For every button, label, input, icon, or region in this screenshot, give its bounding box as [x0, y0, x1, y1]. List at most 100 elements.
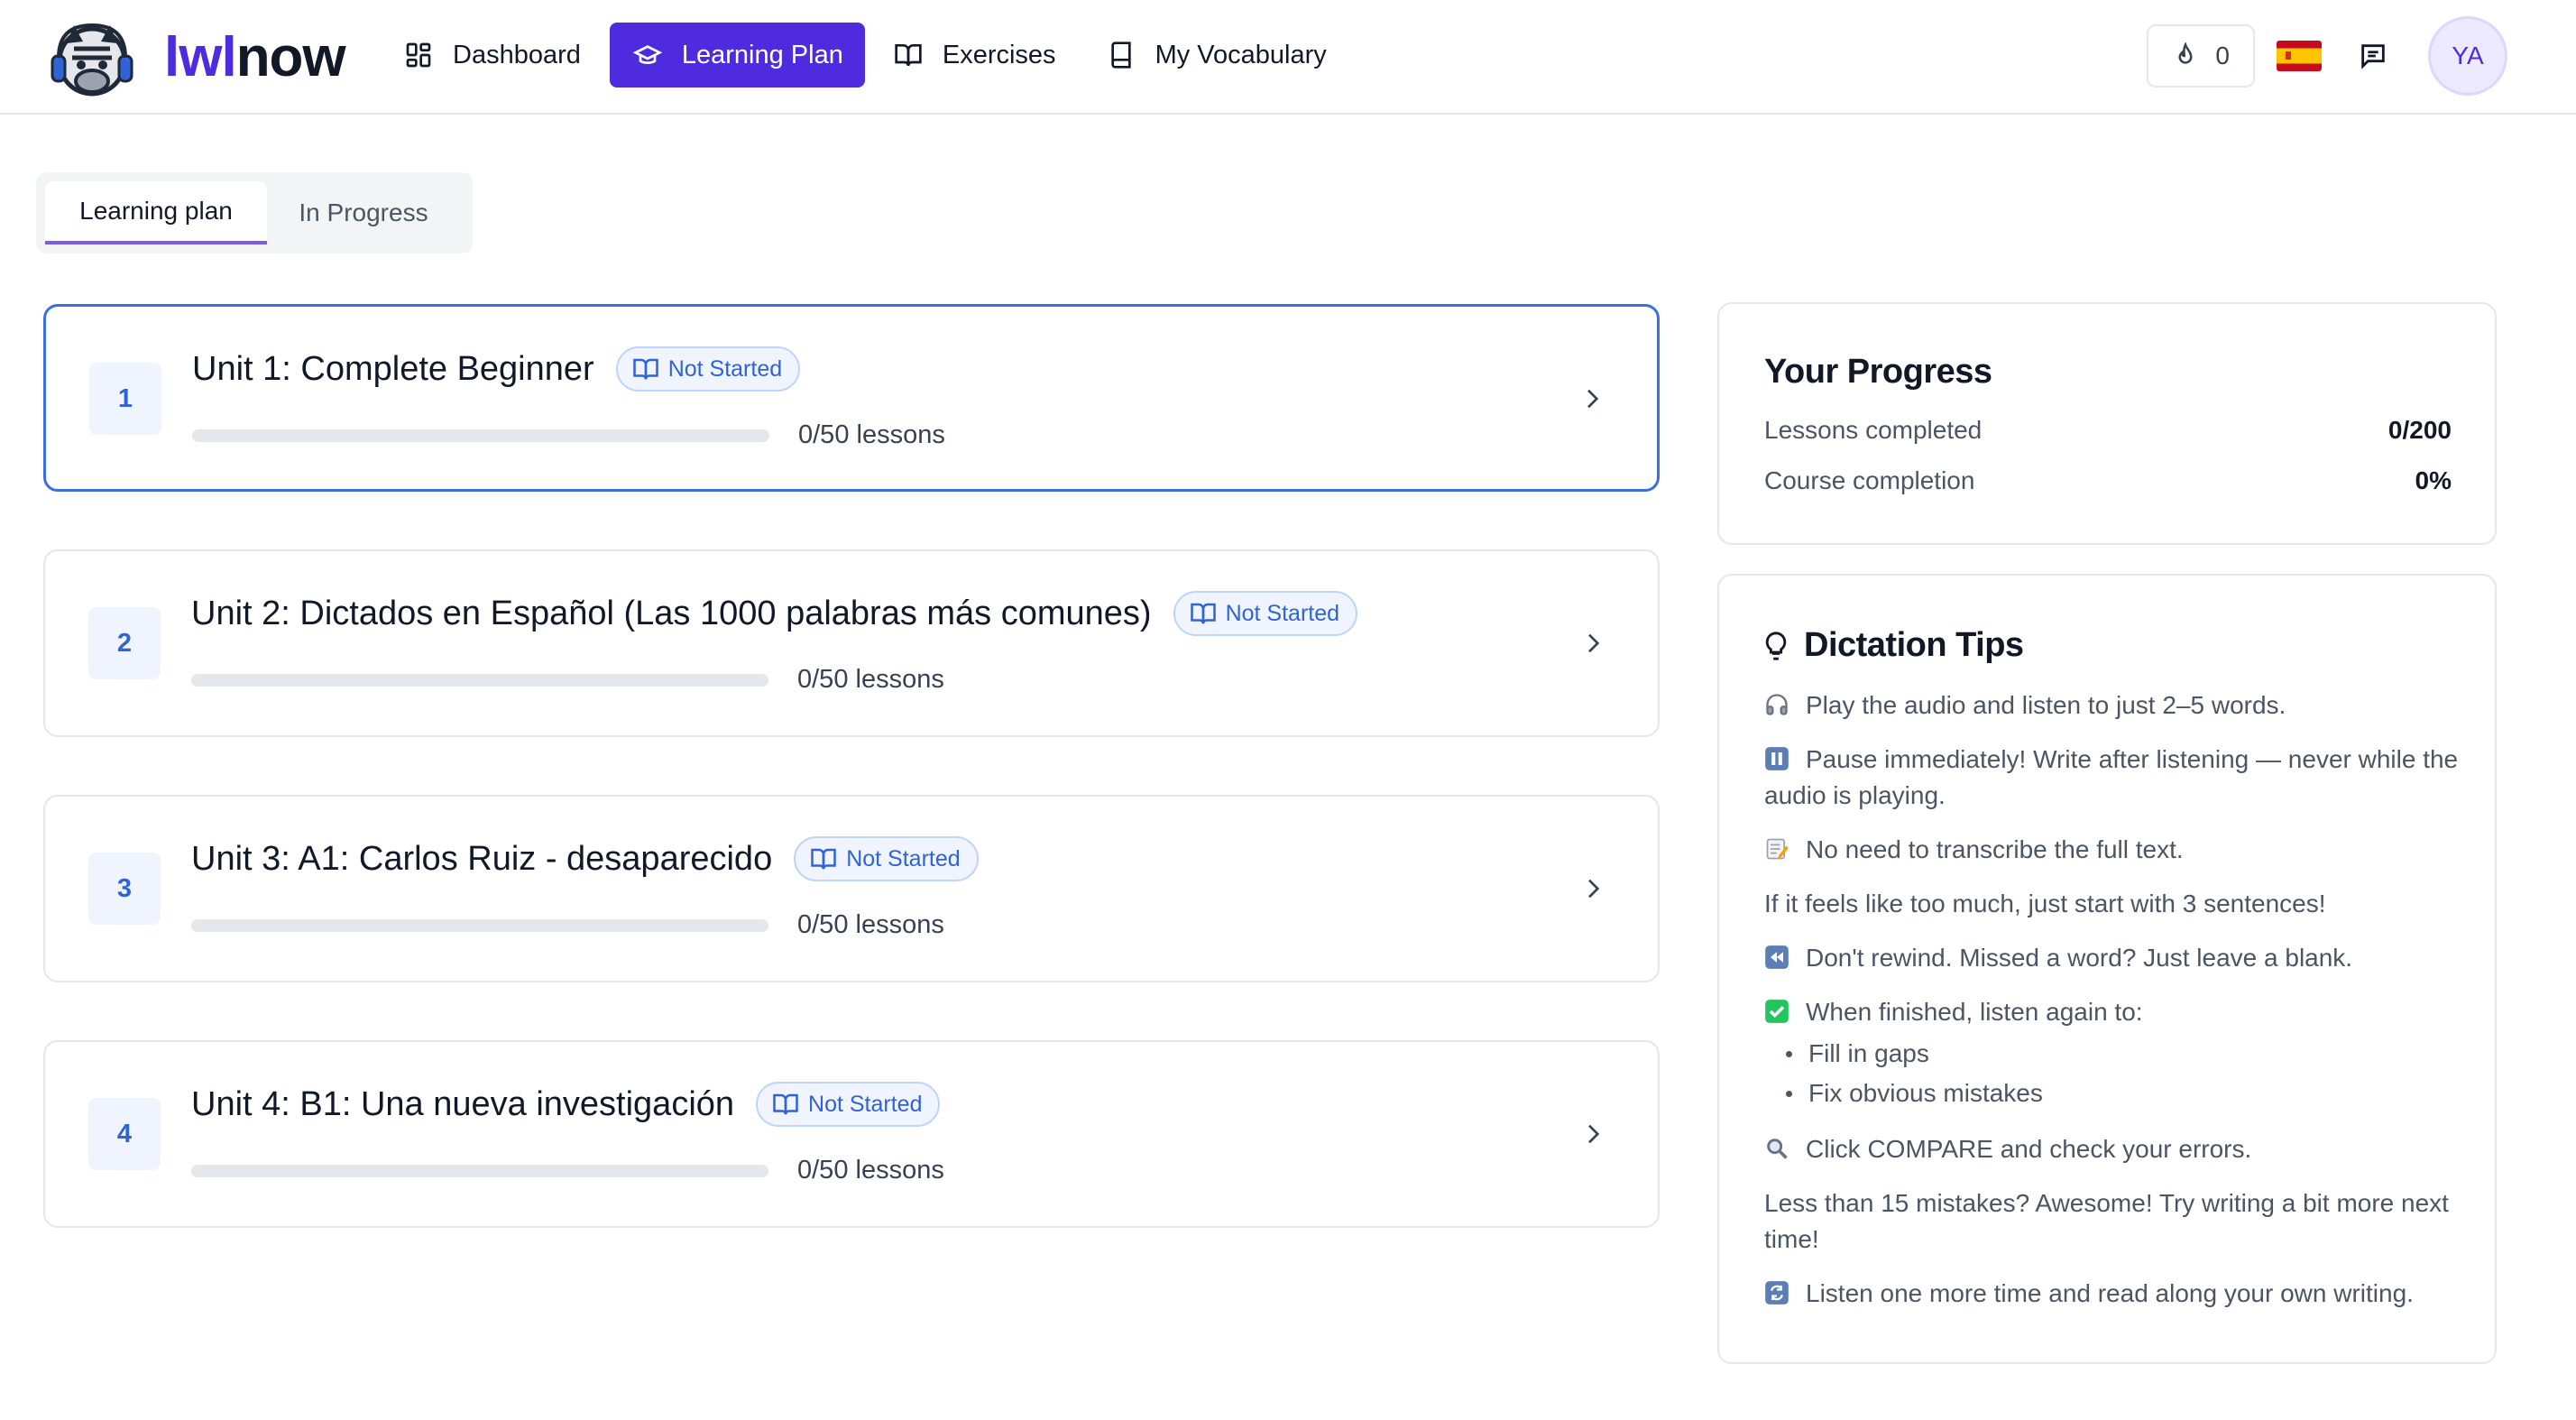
- unit-title: Unit 2: Dictados en Español (Las 1000 pa…: [191, 594, 1152, 632]
- unit-number: 1: [89, 363, 161, 435]
- status-badge-label: Not Started: [846, 845, 961, 871]
- unit-progress: 0/50 lessons: [191, 1156, 944, 1185]
- status-badge-label: Not Started: [667, 355, 783, 382]
- unit-title-row: Unit 3: A1: Carlos Ruiz - desaparecido N…: [191, 836, 979, 881]
- tip-text: Play the audio and listen to just 2–5 wo…: [1806, 691, 2286, 719]
- tips-title-text: Dictation Tips: [1804, 626, 2024, 664]
- book-icon: [1110, 41, 1131, 69]
- logo-text-lwl: lwl: [164, 26, 237, 88]
- avatar[interactable]: YA: [2428, 16, 2507, 96]
- unit-title: Unit 4: B1: Una nueva investigación: [191, 1084, 735, 1123]
- lessons-completed-label: Lessons completed: [1764, 416, 1983, 444]
- tip-item: Don't rewind. Missed a word? Just leave …: [1764, 940, 2468, 976]
- tip-item: Play the audio and listen to just 2–5 wo…: [1764, 687, 2468, 724]
- flame-icon: [2178, 42, 2193, 64]
- dictation-tips-card: Dictation Tips Play the audio and listen…: [1717, 574, 2497, 1364]
- tip-sub-list: Fill in gaps Fix obvious mistakes: [1764, 1034, 2468, 1113]
- status-badge-label: Not Started: [1225, 600, 1340, 626]
- header-right: 0 YA: [2147, 16, 2507, 96]
- chevron-right-icon[interactable]: [1578, 1120, 1607, 1148]
- tip-item: Listen one more time and read along your…: [1764, 1276, 2468, 1312]
- logo-text-now: now: [235, 26, 346, 88]
- status-badge: Not Started: [756, 1082, 941, 1127]
- tip-item: Pause immediately! Write after listening…: [1764, 742, 2468, 814]
- tip-text: Pause immediately! Write after listening…: [1764, 745, 2459, 809]
- progress-bar: [191, 673, 768, 687]
- nav-dashboard[interactable]: Dashboard: [382, 23, 603, 88]
- lightbulb-icon: [1765, 631, 1787, 660]
- plan-tabs: Learning plan In Progress: [36, 172, 473, 254]
- open-book-icon: [811, 848, 836, 870]
- nav-learning-plan[interactable]: Learning Plan: [609, 23, 865, 88]
- streak-value: 0: [2215, 41, 2230, 69]
- open-book-icon: [632, 358, 658, 380]
- top-header: lwlnow Dashboard Learning Plan Exercises…: [0, 0, 2576, 115]
- nav-my-vocabulary-label: My Vocabulary: [1155, 40, 1327, 69]
- main-nav: Dashboard Learning Plan Exercises My Voc…: [382, 23, 1356, 88]
- tips-list: Play the audio and listen to just 2–5 wo…: [1764, 687, 2468, 1330]
- status-badge: Not Started: [1173, 591, 1358, 636]
- unit-title: Unit 3: A1: Carlos Ruiz - desaparecido: [191, 839, 773, 878]
- tab-learning-plan[interactable]: Learning plan: [45, 181, 267, 244]
- headphones-icon: [1766, 694, 1788, 715]
- open-book-icon: [1190, 603, 1216, 624]
- graduation-cap-icon: [632, 45, 662, 64]
- logo-text: lwlnow: [164, 30, 346, 86]
- progress-card-title: Your Progress: [1764, 353, 1992, 391]
- unit-card[interactable]: 2 Unit 2: Dictados en Español (Las 1000 …: [43, 549, 1660, 737]
- unit-title: Unit 1: Complete Beginner: [192, 349, 594, 388]
- chevron-right-icon[interactable]: [1578, 629, 1607, 658]
- tip-text: Less than 15 mistakes? Awesome! Try writ…: [1764, 1189, 2449, 1253]
- lessons-count: 0/50 lessons: [798, 420, 945, 449]
- tip-text: If it feels like too much, just start wi…: [1764, 890, 2326, 917]
- status-badge: Not Started: [615, 346, 801, 392]
- unit-number: 4: [88, 1098, 161, 1170]
- pause-icon: [1765, 747, 1789, 770]
- chevron-right-icon[interactable]: [1578, 874, 1607, 903]
- progress-card: Your Progress Lessons completed 0/200 Co…: [1717, 302, 2497, 545]
- course-completion-label: Course completion: [1764, 466, 1975, 494]
- nav-exercises-label: Exercises: [942, 40, 1056, 69]
- lessons-count: 0/50 lessons: [797, 665, 944, 694]
- unit-number: 3: [88, 853, 161, 925]
- unit-title-row: Unit 1: Complete Beginner Not Started: [192, 346, 801, 392]
- tip-item: Click COMPARE and check your errors.: [1764, 1131, 2468, 1167]
- sub-item: Fix obvious mistakes: [1786, 1074, 2468, 1113]
- unit-number: 2: [88, 607, 161, 679]
- repeat-icon: [1765, 1281, 1789, 1305]
- tip-item: No need to transcribe the full text.: [1764, 832, 2468, 868]
- chevron-right-icon[interactable]: [1578, 384, 1606, 413]
- dashboard-icon: [406, 42, 431, 68]
- nav-dashboard-label: Dashboard: [453, 40, 581, 69]
- tip-text: Don't rewind. Missed a word? Just leave …: [1806, 944, 2353, 972]
- course-completion-row: Course completion 0%: [1764, 466, 2452, 495]
- tip-text: When finished, listen again to:: [1806, 998, 2143, 1026]
- lessons-count: 0/50 lessons: [797, 910, 944, 939]
- check-mark-icon: [1765, 1000, 1789, 1023]
- streak-counter[interactable]: 0: [2147, 24, 2255, 88]
- zebra-logo-icon: [51, 23, 133, 97]
- nav-learning-plan-label: Learning Plan: [681, 40, 843, 69]
- tip-item: If it feels like too much, just start wi…: [1764, 886, 2468, 922]
- message-icon[interactable]: [2358, 41, 2388, 71]
- progress-bar: [191, 918, 768, 932]
- tip-text: No need to transcribe the full text.: [1806, 835, 2184, 863]
- status-badge-label: Not Started: [808, 1091, 923, 1117]
- nav-exercises[interactable]: Exercises: [872, 23, 1078, 88]
- nav-my-vocabulary[interactable]: My Vocabulary: [1085, 23, 1348, 88]
- tip-text: Click COMPARE and check your errors.: [1806, 1135, 2252, 1163]
- tab-in-progress[interactable]: In Progress: [267, 181, 460, 244]
- progress-bar: [191, 1164, 768, 1177]
- tip-item: Less than 15 mistakes? Awesome! Try writ…: [1764, 1185, 2468, 1258]
- logo[interactable]: lwlnow: [47, 16, 346, 99]
- open-book-icon: [773, 1093, 798, 1115]
- rewind-icon: [1765, 945, 1789, 969]
- lessons-completed-value: 0/200: [2387, 416, 2452, 444]
- unit-card[interactable]: 4 Unit 4: B1: Una nueva investigación No…: [43, 1040, 1660, 1228]
- tip-text: Listen one more time and read along your…: [1806, 1279, 2414, 1307]
- open-book-icon: [895, 44, 922, 67]
- unit-card[interactable]: 1 Unit 1: Complete Beginner Not Started …: [43, 304, 1660, 492]
- memo-icon: [1766, 838, 1789, 860]
- spain-flag-icon[interactable]: [2277, 41, 2322, 71]
- unit-card[interactable]: 3 Unit 3: A1: Carlos Ruiz - desaparecido…: [43, 795, 1660, 982]
